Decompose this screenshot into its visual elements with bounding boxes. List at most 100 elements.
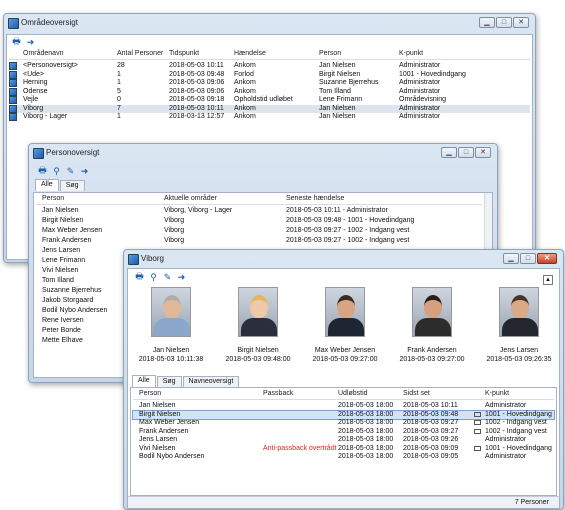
column-header[interactable]: Person xyxy=(139,390,161,397)
table-row[interactable]: Birgit Nielsen 2018-05-03 18:00 2018-05-03… xyxy=(132,409,555,420)
list-item[interactable]: Max Weber Jensen Viborg 2018-05-03 09:27 -… xyxy=(36,227,482,235)
viborg-title: Viborg xyxy=(141,254,164,263)
table-cell: Birgit Nielsen xyxy=(319,70,361,78)
table-cell: Max Weber Jensen xyxy=(139,419,200,426)
person-photo xyxy=(151,287,191,337)
table-cell: Administrator xyxy=(399,87,441,95)
filter-icon[interactable]: ✎ xyxy=(65,166,76,176)
column-header[interactable]: K-punkt xyxy=(485,390,509,397)
table-row[interactable]: Vivi Nielsen Anti-passback overtrådt 2018-… xyxy=(133,445,554,453)
person-card[interactable]: Frank Andersen 2018-05-03 09:27:00 xyxy=(391,287,473,364)
table-cell: Vejle xyxy=(23,96,39,103)
close-button[interactable]: ✕ xyxy=(537,253,557,264)
close-button[interactable]: ✕ xyxy=(475,147,491,158)
person-card[interactable]: Jan Nielsen 2018-05-03 10:11:38 xyxy=(130,287,212,364)
table-cell: 1002 - Indgang vest xyxy=(485,427,547,435)
exit-icon[interactable]: ➜ xyxy=(25,37,36,47)
table-cell: Ankom xyxy=(234,113,256,120)
print-icon[interactable]: 🖶 xyxy=(37,165,48,176)
search-icon[interactable]: ⚲ xyxy=(51,166,62,176)
column-header[interactable]: Aktuelle områder xyxy=(164,195,217,202)
minimize-button[interactable]: ▁ xyxy=(479,17,495,28)
maximize-button[interactable]: □ xyxy=(458,147,474,158)
table-cell: 2018-05-03 09:27 - 1002 - Indgang vest xyxy=(286,237,410,244)
tab-2[interactable]: Navneoversigt xyxy=(182,376,240,387)
list-item[interactable]: Birgit Nielsen Viborg 2018-05-03 09:48 - 1… xyxy=(36,217,482,225)
tab-soeg[interactable]: Søg xyxy=(59,180,85,191)
column-header[interactable]: K-punkt xyxy=(399,50,423,57)
table-cell: 2018-05-03 09:27 xyxy=(403,427,459,435)
column-header[interactable]: Person xyxy=(42,195,64,202)
minimize-button[interactable]: ▁ xyxy=(503,253,519,264)
collapse-icon[interactable]: ▲ xyxy=(543,275,553,285)
search-icon[interactable]: ⚲ xyxy=(148,272,159,282)
table-cell: 2018-05-03 10:11 - Administrator xyxy=(286,207,388,214)
viborg-titlebar[interactable]: Viborg ▁ □ ✕ xyxy=(124,250,563,270)
area-icon xyxy=(9,87,17,96)
table-cell: 2018-05-03 09:06 xyxy=(169,87,225,95)
table-row[interactable]: Frank Andersen 2018-05-03 18:00 2018-05-03… xyxy=(133,428,554,436)
person-card[interactable]: Max Weber Jensen 2018-05-03 09:27:00 xyxy=(304,287,386,364)
viborg-header: Person Passback Udløbstid Sidst set K-punkt xyxy=(133,389,554,400)
table-cell: Birgit Nielsen xyxy=(139,410,181,418)
column-header[interactable]: Passback xyxy=(263,390,293,397)
table-row[interactable]: <Ude> 1 2018-05-03 09:48 Forlod Birgit Niels… xyxy=(9,70,530,79)
table-cell: 1002 - Indgang vest xyxy=(485,419,547,426)
omraade-header: Områdenavn Antal Personer Tidspunkt Hændels… xyxy=(9,49,530,60)
maximize-button[interactable]: □ xyxy=(496,17,512,28)
column-header[interactable]: Antal Personer xyxy=(117,50,163,57)
omraade-titlebar[interactable]: Områdeoversigt ▁ □ ✕ xyxy=(4,14,535,34)
table-cell: Jens Larsen xyxy=(42,247,81,254)
door-icon xyxy=(474,428,481,434)
table-row[interactable]: Viborg - Lager 1 2018-03-13 12:57 Ankom Jan … xyxy=(9,113,530,121)
table-cell: Bodil Nybo Andersen xyxy=(42,307,108,314)
table-cell: 2018-05-03 09:48 xyxy=(169,70,225,78)
table-cell: Viborg, Viborg - Lager xyxy=(164,207,233,214)
photo-body xyxy=(415,318,451,336)
close-button[interactable]: ✕ xyxy=(513,17,529,28)
table-row[interactable]: Viborg 7 2018-05-03 10:11 Ankom Jan Nielsen A… xyxy=(9,104,530,113)
column-header[interactable]: Seneste hændelse xyxy=(286,195,344,202)
table-row[interactable]: Vejle 0 2018-05-03 09:18 Opholdstid udløbet… xyxy=(9,96,530,104)
tab-1[interactable]: Søg xyxy=(156,376,182,387)
table-cell: Administrator xyxy=(399,104,441,112)
table-cell: Viborg - Lager xyxy=(23,113,68,120)
list-item[interactable]: Frank Andersen Viborg 2018-05-03 09:27 - 1… xyxy=(36,237,482,245)
table-row[interactable]: <Personoversigt> 28 2018-05-03 10:11 Ankom J… xyxy=(9,62,530,70)
person-card[interactable]: Jens Larsen 2018-05-03 09:26:35 xyxy=(478,287,560,364)
table-row[interactable]: Herning 1 2018-05-03 09:06 Ankom Suzanne Bje… xyxy=(9,79,530,87)
filter-icon[interactable]: ✎ xyxy=(162,272,173,282)
table-cell: 2018-05-03 09:48 xyxy=(403,410,459,418)
column-header[interactable]: Sidst set xyxy=(403,390,430,397)
column-header[interactable]: Hændelse xyxy=(234,50,266,57)
maximize-button[interactable]: □ xyxy=(520,253,536,264)
table-row[interactable]: Odense 5 2018-05-03 09:06 Ankom Tom Illand Ad… xyxy=(9,87,530,96)
table-cell: 7 xyxy=(117,104,121,112)
minimize-button[interactable]: ▁ xyxy=(441,147,457,158)
table-cell: 2018-03-13 12:57 xyxy=(169,113,225,120)
table-row[interactable]: Bodil Nybo Andersen 2018-05-03 18:00 2018-… xyxy=(133,453,554,461)
table-cell: 2018-05-03 18:00 xyxy=(338,410,394,418)
list-item[interactable]: Jan Nielsen Viborg, Viborg - Lager 2018-05… xyxy=(36,207,482,215)
door-icon xyxy=(474,420,481,425)
table-cell: Jan Nielsen xyxy=(319,104,356,112)
table-cell: Rene Iversen xyxy=(42,317,84,324)
exit-icon[interactable]: ➜ xyxy=(79,166,90,176)
table-row[interactable]: Jan Nielsen 2018-05-03 18:00 2018-05-03 10… xyxy=(133,402,554,410)
column-header[interactable]: Områdenavn xyxy=(23,50,63,57)
tab-alle[interactable]: Alle xyxy=(35,179,59,191)
person-name: Jan Nielsen xyxy=(152,347,190,354)
column-header[interactable]: Tidspunkt xyxy=(169,50,199,57)
table-cell: 1 xyxy=(117,113,121,120)
person-titlebar[interactable]: Personoversigt ▁ □ ✕ xyxy=(29,144,497,164)
print-icon[interactable]: 🖶 xyxy=(11,36,22,47)
column-header[interactable]: Udløbstid xyxy=(338,390,368,397)
person-card[interactable]: Birgit Nielsen 2018-05-03 09:48:00 xyxy=(217,287,299,364)
table-cell: Jakob Storgaard xyxy=(42,297,94,304)
column-header[interactable]: Person xyxy=(319,50,341,57)
print-icon[interactable]: 🖶 xyxy=(134,271,145,282)
table-row[interactable]: Max Weber Jensen 2018-05-03 18:00 2018-05-… xyxy=(133,419,554,427)
exit-icon[interactable]: ➜ xyxy=(176,272,187,282)
table-row[interactable]: Jens Larsen 2018-05-03 18:00 2018-05-03 09… xyxy=(133,436,554,444)
tab-0[interactable]: Alle xyxy=(132,375,156,387)
